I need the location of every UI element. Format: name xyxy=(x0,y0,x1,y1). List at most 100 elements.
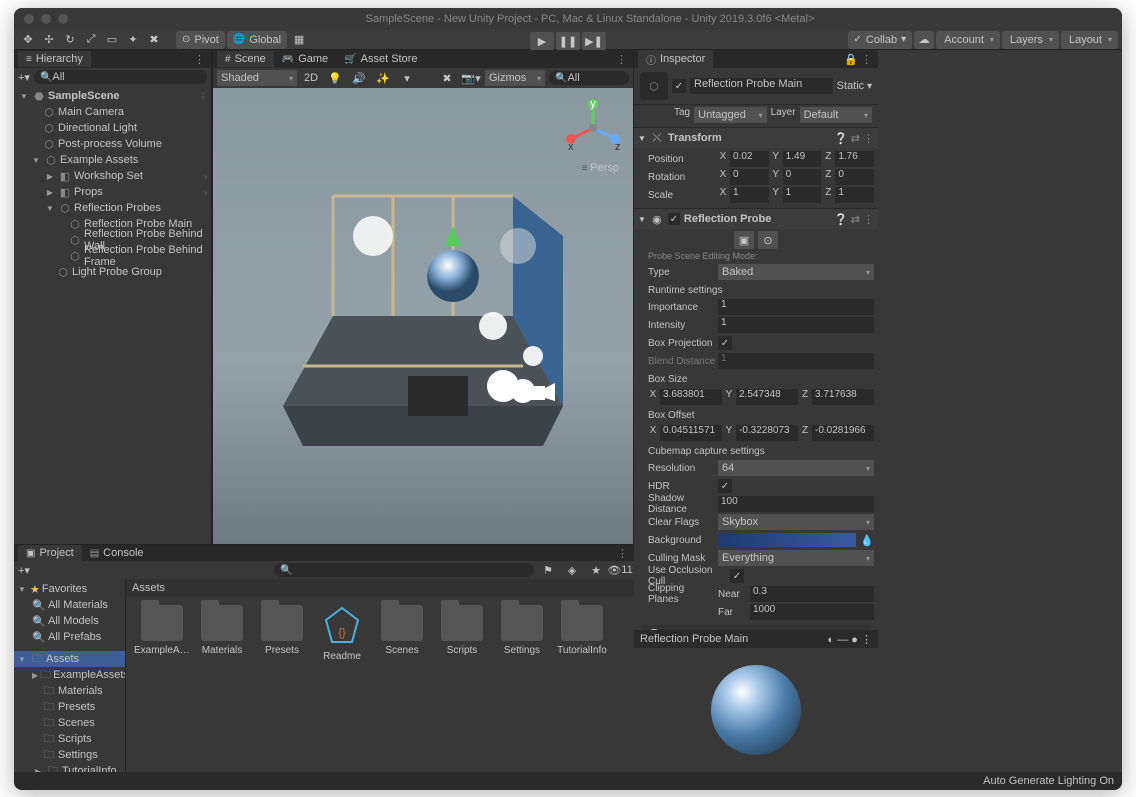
scene-search[interactable]: 🔍 All xyxy=(549,71,629,85)
lock-icon[interactable]: 🔒 ⋮ xyxy=(838,53,878,66)
panel-menu-icon[interactable]: ⋮ xyxy=(610,53,633,66)
collab-dropdown[interactable]: ✓ Collab ▾ xyxy=(848,31,913,49)
grid-item[interactable]: Settings xyxy=(494,605,550,662)
tree-item[interactable]: ⬡Main Camera xyxy=(14,104,211,120)
layer-dropdown[interactable]: Default xyxy=(800,107,872,123)
custom-tool-icon[interactable]: ✖ xyxy=(144,31,164,49)
tree-item[interactable]: ⬡Post-process Volume xyxy=(14,136,211,152)
tree-item[interactable]: 🗀Scenes xyxy=(14,715,125,731)
gameobject-icon[interactable]: ⬡ xyxy=(640,72,668,100)
component-enabled-checkbox[interactable]: ✓ xyxy=(668,213,680,225)
rot-x-field[interactable]: 0 xyxy=(730,169,769,185)
tree-item[interactable]: ▼★Favorites xyxy=(14,581,125,597)
gizmos-dropdown[interactable]: Gizmos xyxy=(485,70,545,86)
tree-item-prefab[interactable]: ▶◧Workshop Set› xyxy=(14,168,211,184)
shadow-field[interactable]: 100 xyxy=(718,496,874,512)
rect-tool-icon[interactable]: ▭ xyxy=(102,31,122,49)
active-checkbox[interactable]: ✓ xyxy=(672,79,686,93)
scale-tool-icon[interactable]: ⤢ xyxy=(81,31,101,49)
layout-dropdown[interactable]: Layout xyxy=(1061,31,1118,49)
boxsize-y[interactable]: 2.547348 xyxy=(736,389,798,405)
move-tool-icon[interactable]: ✢ xyxy=(39,31,59,49)
boxoff-z[interactable]: -0.0281966 xyxy=(812,425,874,441)
far-field[interactable]: 1000 xyxy=(750,604,874,620)
panel-menu-icon[interactable]: ⋮ xyxy=(188,53,211,66)
maximize-icon[interactable] xyxy=(58,14,68,24)
hdr-checkbox[interactable]: ✓ xyxy=(718,479,732,493)
tree-item[interactable]: ⬡Reflection Probe Behind Frame xyxy=(14,248,211,264)
grid-item[interactable]: Presets xyxy=(254,605,310,662)
scl-x-field[interactable]: 1 xyxy=(730,187,769,203)
cloud-icon[interactable]: ☁ xyxy=(914,31,934,49)
preview-body[interactable] xyxy=(634,648,878,772)
grid-item[interactable]: Scripts xyxy=(434,605,490,662)
close-icon[interactable] xyxy=(24,14,34,24)
rot-z-field[interactable]: 0 xyxy=(835,169,874,185)
filter-icon[interactable]: ◈ xyxy=(562,561,582,579)
step-button[interactable]: ▶❚ xyxy=(582,32,606,50)
near-field[interactable]: 0.3 xyxy=(750,586,874,602)
rotate-tool-icon[interactable]: ↻ xyxy=(60,31,80,49)
type-dropdown[interactable]: Baked xyxy=(718,264,874,280)
panel-menu-icon[interactable]: ⋮ xyxy=(611,547,634,560)
lighting-toggle-icon[interactable]: 💡 xyxy=(325,69,345,87)
orientation-gizmo[interactable]: y x z xyxy=(563,98,623,158)
tab-inspector[interactable]: ⓘ Inspector xyxy=(638,50,713,69)
tree-item[interactable]: 🗀Materials xyxy=(14,683,125,699)
fx-toggle-icon[interactable]: ✨ xyxy=(373,69,393,87)
tree-item[interactable]: ▶🗀ExampleAssets xyxy=(14,667,125,683)
snap-icon[interactable]: ▦ xyxy=(289,31,309,49)
intensity-field[interactable]: 1 xyxy=(718,317,874,333)
component-help-icon[interactable]: ❔ ⇄ ⋮ xyxy=(834,213,874,226)
scene-viewport[interactable]: y x z ≡ Persp xyxy=(213,88,633,544)
tab-scene[interactable]: # Scene xyxy=(217,51,274,67)
culling-mask-dropdown[interactable]: Everything xyxy=(718,550,874,566)
static-checkbox[interactable]: Static ▾ xyxy=(837,80,872,92)
camera-icon[interactable]: 📷▾ xyxy=(461,69,481,87)
tab-game[interactable]: 🎮 Game xyxy=(274,51,336,67)
tree-item[interactable]: 🗀Scripts xyxy=(14,731,125,747)
pause-button[interactable]: ❚❚ xyxy=(556,32,580,50)
grid-item[interactable]: {}Readme xyxy=(314,605,370,662)
layers-dropdown[interactable]: Layers xyxy=(1002,31,1059,49)
create-dropdown-icon[interactable]: +▾ xyxy=(18,71,30,84)
pos-z-field[interactable]: 1.76 xyxy=(835,151,874,167)
tree-item[interactable]: ⬡Directional Light xyxy=(14,120,211,136)
boxoff-y[interactable]: -0.3228073 xyxy=(736,425,798,441)
box-projection-checkbox[interactable]: ✓ xyxy=(718,336,732,350)
eyedropper-icon[interactable]: 💧 xyxy=(860,534,874,547)
projection-label[interactable]: ≡ Persp xyxy=(582,162,619,174)
boxoff-x[interactable]: 0.04511571 xyxy=(660,425,722,441)
tools-icon[interactable]: ✖ xyxy=(437,69,457,87)
rot-y-field[interactable]: 0 xyxy=(783,169,822,185)
tree-item[interactable]: ▼⬡Example Assets xyxy=(14,152,211,168)
preview-controls[interactable]: ◐ — ● ⋮ xyxy=(828,633,872,646)
hidden-items[interactable]: 👁11 xyxy=(610,561,630,579)
project-search[interactable]: 🔍 xyxy=(274,563,534,577)
tree-item[interactable]: ▼🗀Assets xyxy=(14,651,125,667)
breadcrumb[interactable]: Assets xyxy=(126,579,634,597)
component-help-icon[interactable]: ❔ ⇄ ⋮ xyxy=(834,132,874,145)
pos-y-field[interactable]: 1.49 xyxy=(783,151,822,167)
preview-header[interactable]: Reflection Probe Main◐ — ● ⋮ xyxy=(634,630,878,648)
account-dropdown[interactable]: Account xyxy=(936,31,1000,49)
filter-icon[interactable]: ⚑ xyxy=(538,561,558,579)
edit-origin-icon[interactable]: ⊙ xyxy=(758,231,778,249)
tab-asset-store[interactable]: 🛒 Asset Store xyxy=(336,51,425,67)
tree-item[interactable]: 🔍All Prefabs xyxy=(14,629,125,645)
boxsize-x[interactable]: 3.683801 xyxy=(660,389,722,405)
draw-mode-dropdown[interactable]: Shaded xyxy=(217,70,297,86)
background-color[interactable] xyxy=(718,533,856,547)
importance-field[interactable]: 1 xyxy=(718,299,874,315)
pivot-toggle[interactable]: ⊙ Pivot xyxy=(176,31,225,49)
grid-item[interactable]: ExampleAs... xyxy=(134,605,190,662)
tree-item[interactable]: ▶🗀TutorialInfo xyxy=(14,763,125,772)
scene-row[interactable]: ▼⬣SampleScene⋮ xyxy=(14,88,211,104)
occlusion-checkbox[interactable]: ✓ xyxy=(730,569,744,583)
play-button[interactable]: ▶ xyxy=(530,32,554,50)
grid-item[interactable]: TutorialInfo xyxy=(554,605,610,662)
scl-y-field[interactable]: 1 xyxy=(783,187,822,203)
tree-item[interactable]: ⬡Light Probe Group xyxy=(14,264,211,280)
tab-console[interactable]: ▤ Console xyxy=(82,545,152,561)
tree-item[interactable]: 🔍All Models xyxy=(14,613,125,629)
